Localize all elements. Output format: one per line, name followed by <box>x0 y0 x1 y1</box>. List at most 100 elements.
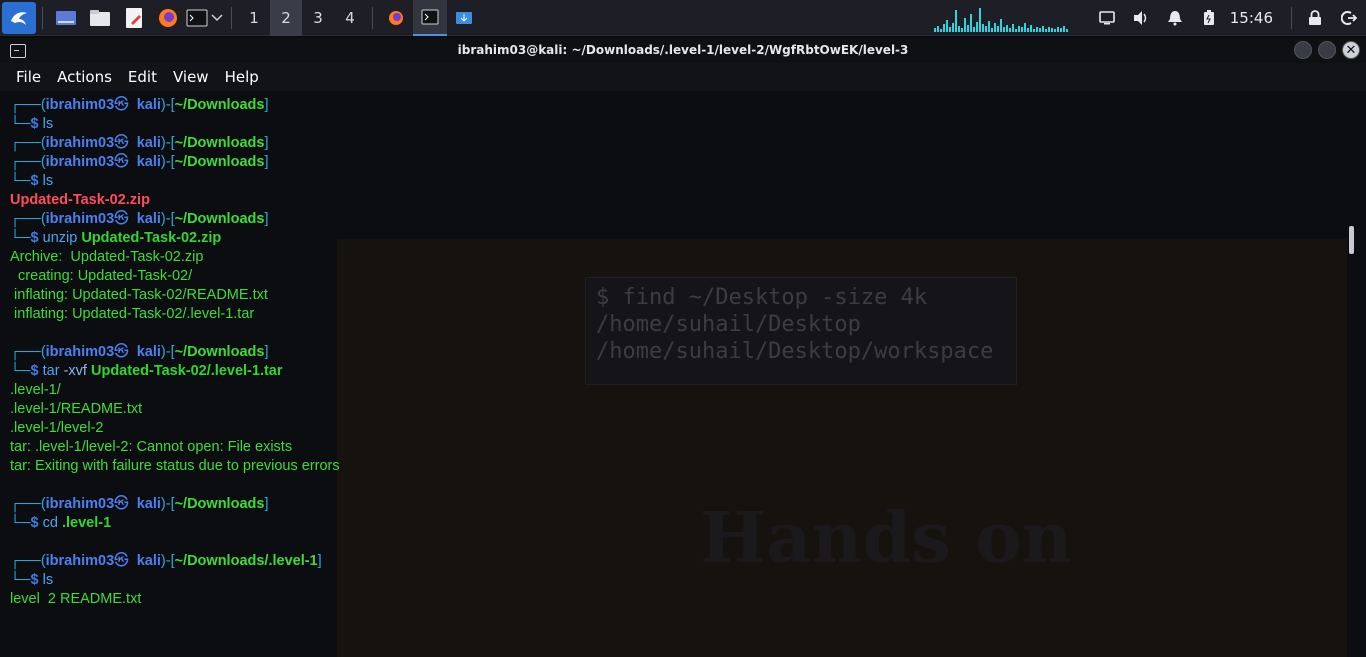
firefox-icon[interactable] <box>151 0 185 36</box>
prompt-box: ┌──( <box>10 344 46 360</box>
workspace-3[interactable]: 3 <box>302 0 334 36</box>
firefox-task-icon[interactable] <box>379 0 413 36</box>
prompt-dir: ~/Downloads <box>174 154 265 170</box>
terminal-icon[interactable] <box>185 0 209 36</box>
output-line: level 2 README.txt <box>10 591 142 607</box>
terminal-window: ibrahim03@kali: ~/Downloads/.level-1/lev… <box>0 38 1366 657</box>
terminal-output[interactable]: $ find ~/Desktop -size 4k /home/suhail/D… <box>0 91 1366 657</box>
prompt-box: ] <box>264 135 269 151</box>
terminal-task-icon[interactable] <box>413 0 447 36</box>
close-button[interactable]: ✕ <box>1342 41 1360 59</box>
cpu-bar <box>1002 26 1005 32</box>
prompt-box: ] <box>264 211 269 227</box>
prompt-user: ibrahim03 <box>45 135 115 151</box>
cpu-bar <box>1038 27 1041 32</box>
cpu-graph <box>933 4 1076 32</box>
cpu-bar <box>945 19 948 32</box>
prompt-line: ┌──(ibrahim03㉿ kali)-[~/Downloads] <box>10 96 340 115</box>
minimize-button[interactable] <box>1294 41 1312 59</box>
cpu-bar <box>993 22 996 32</box>
prompt-dir: ~/Downloads <box>174 211 265 227</box>
workspace-2[interactable]: 2 <box>270 0 302 36</box>
cpu-bar <box>972 26 975 32</box>
output-line: .level-1/ <box>10 382 61 398</box>
workspace-4[interactable]: 4 <box>334 0 366 36</box>
prompt-dir: ~/Downloads <box>174 135 265 151</box>
file-manager-icon[interactable] <box>83 0 117 36</box>
prompt-box: ] <box>317 553 322 569</box>
output-line: inflating: Updated-Task-02/.level-1.tar <box>10 306 255 322</box>
menu-view[interactable]: View <box>165 68 217 86</box>
cpu-bar <box>963 17 966 32</box>
command: ls <box>42 173 54 189</box>
prompt-box: ┌──( <box>10 553 46 569</box>
prompt-line: ┌──(ibrahim03㉿ kali)-[~/Downloads] <box>10 134 340 153</box>
text-editor-icon[interactable] <box>117 0 151 36</box>
kali-menu-icon[interactable] <box>2 1 36 34</box>
downloads-task-icon[interactable] <box>447 0 481 36</box>
prompt-box: )-[ <box>160 496 175 512</box>
window-titlebar[interactable]: ibrahim03@kali: ~/Downloads/.level-1/lev… <box>0 38 1366 63</box>
clock[interactable]: 15:46 <box>1226 9 1285 27</box>
bell-icon[interactable] <box>1158 0 1192 36</box>
prompt-box: )-[ <box>160 344 175 360</box>
menu-bar: File Actions Edit View Help <box>0 63 1366 91</box>
prompt-box: ┌──( <box>10 135 46 151</box>
prompt-user: ibrahim03 <box>45 344 115 360</box>
prompt-dir: ~/Downloads <box>174 97 265 113</box>
prompt-box: )-[ <box>160 154 175 170</box>
prompt-dollar: $ <box>30 116 43 132</box>
volume-icon[interactable] <box>1124 0 1158 36</box>
prompt-dir: ~/Downloads/.level-1 <box>174 553 318 569</box>
output-line: Archive: Updated-Task-02.zip <box>10 249 204 265</box>
command-arg: Updated-Task-02/.level-1.tar <box>90 363 283 379</box>
prompt-box: └─ <box>10 572 31 588</box>
menu-actions[interactable]: Actions <box>49 68 120 86</box>
cpu-bar <box>948 26 951 32</box>
prompt-box: )-[ <box>160 135 175 151</box>
logout-icon[interactable] <box>1332 0 1366 36</box>
cpu-bar <box>1056 26 1059 32</box>
ghost-pdf-page <box>337 239 1347 657</box>
prompt-line: ┌──(ibrahim03㉿ kali)-[~/Downloads] <box>10 495 340 514</box>
output-line: Updated-Task-02.zip <box>10 192 150 208</box>
prompt-box: └─ <box>10 173 31 189</box>
cpu-bar <box>984 25 987 32</box>
command-arg: Updated-Task-02.zip <box>81 230 222 246</box>
cpu-bar <box>996 25 999 32</box>
prompt-dollar: $ <box>30 572 43 588</box>
menu-edit[interactable]: Edit <box>120 68 165 86</box>
prompt-box: ┌──( <box>10 211 46 227</box>
cpu-bar <box>957 25 960 32</box>
cpu-bar <box>1005 24 1008 32</box>
desktop-icon[interactable] <box>49 0 83 36</box>
output-line: inflating: Updated-Task-02/README.txt <box>10 287 268 303</box>
terminal-scrollbar[interactable] <box>1349 226 1354 254</box>
ghost-code-line: /home/suhail/Desktop <box>596 312 861 337</box>
battery-icon[interactable] <box>1192 0 1226 36</box>
ghost-code-line: $ find ~/Desktop -size 4k <box>596 285 928 310</box>
cpu-bar <box>975 21 978 32</box>
window-controls: ✕ <box>1294 41 1360 59</box>
cpu-bar <box>1050 27 1053 32</box>
panel-separator <box>372 6 373 29</box>
menu-file[interactable]: File <box>8 68 49 86</box>
cpu-bar <box>1026 27 1029 32</box>
chevron-down-icon[interactable] <box>209 0 225 36</box>
menu-help[interactable]: Help <box>217 68 267 86</box>
lock-icon[interactable] <box>1298 0 1332 36</box>
cpu-bar <box>978 7 981 32</box>
workspace-1[interactable]: 1 <box>238 0 270 36</box>
prompt-host: kali <box>136 135 161 151</box>
cpu-bar <box>987 20 990 32</box>
prompt-user: ibrahim03 <box>45 496 115 512</box>
ghost-code-line: /home/suhail/Desktop/workspace <box>596 339 994 364</box>
cpu-bar <box>1044 28 1047 32</box>
command: unzip <box>42 230 78 246</box>
top-panel: 1 2 3 4 15:46 <box>0 0 1366 36</box>
screen-icon[interactable] <box>1090 0 1124 36</box>
maximize-button[interactable] <box>1318 41 1336 59</box>
prompt-host: kali <box>136 97 161 113</box>
